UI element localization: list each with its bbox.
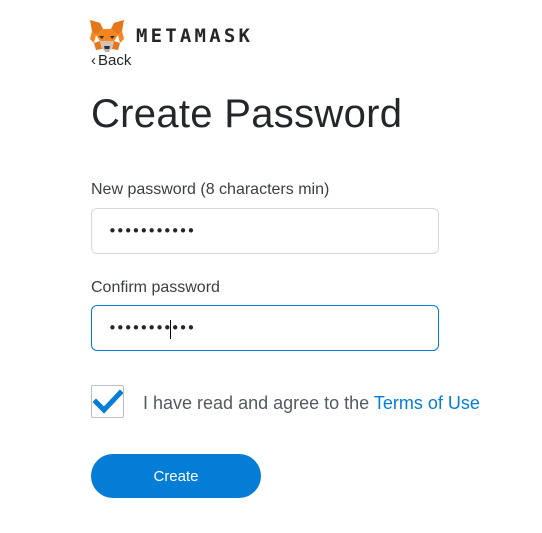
checkmark-icon — [93, 389, 123, 414]
terms-of-use-link[interactable]: Terms of Use — [374, 393, 480, 413]
back-link[interactable]: ‹ Back — [91, 52, 131, 69]
confirm-password-label: Confirm password — [91, 279, 220, 296]
terms-agreement-text: I have read and agree to the Terms of Us… — [143, 393, 480, 414]
new-password-field[interactable] — [91, 208, 439, 254]
page-title: Create Password — [91, 92, 403, 136]
confirm-password-field[interactable] — [91, 305, 439, 351]
new-password-label: New password (8 characters min) — [91, 181, 330, 198]
terms-checkbox[interactable] — [91, 385, 124, 418]
new-password-input[interactable] — [92, 209, 438, 253]
terms-text: I have read and agree to the — [143, 393, 374, 413]
text-caret — [170, 320, 171, 339]
metamask-fox-icon — [90, 20, 124, 52]
brand-wordmark: METAMASK — [136, 25, 254, 47]
create-button[interactable]: Create — [91, 454, 261, 498]
confirm-password-input[interactable] — [92, 306, 438, 350]
chevron-left-icon: ‹ — [91, 52, 96, 69]
back-label: Back — [98, 52, 132, 69]
metamask-logo — [88, 18, 126, 54]
